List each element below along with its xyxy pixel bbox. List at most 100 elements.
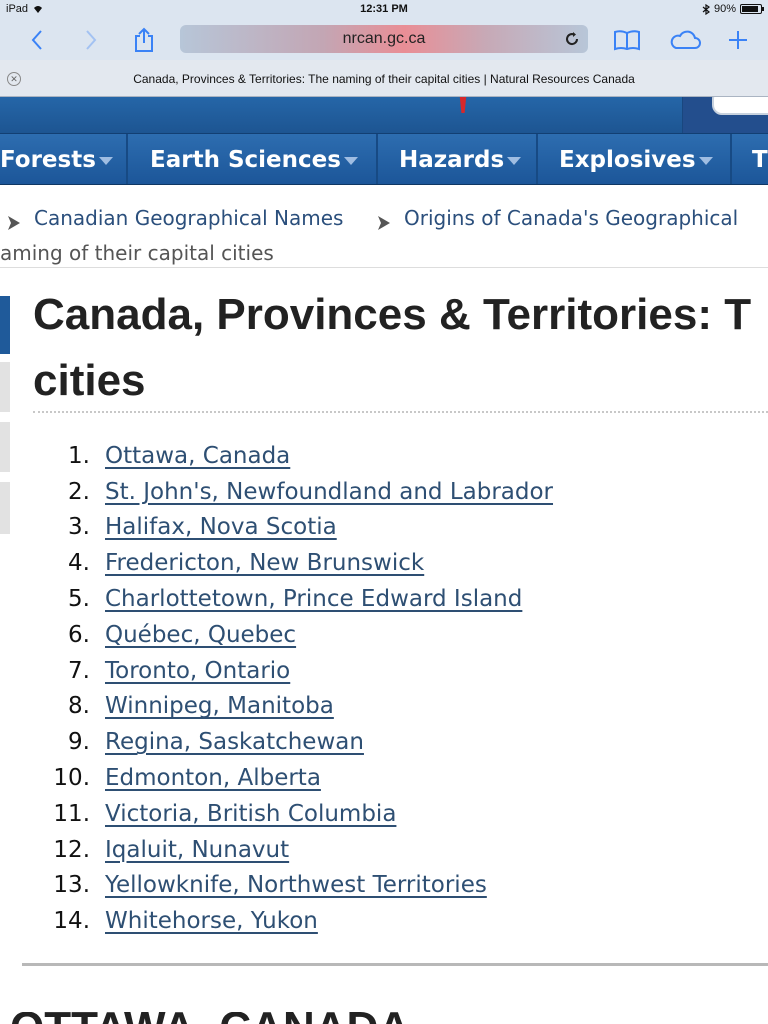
nav-label: T [752, 147, 768, 173]
nav-label: Forests [0, 147, 96, 173]
chevron-down-icon [698, 157, 713, 165]
chevron-right-icon [86, 30, 97, 50]
bookmarks-button[interactable] [612, 25, 642, 55]
list-number: 9. [68, 729, 90, 756]
browser-toolbar: nrcan.gc.ca [0, 20, 768, 60]
book-icon [614, 30, 640, 51]
chevron-down-icon [343, 157, 358, 165]
chevron-down-icon [98, 157, 113, 165]
capital-link[interactable]: Charlottetown, Prince Edward Island [105, 586, 522, 612]
list-number: 10. [53, 765, 90, 792]
list-number: 5. [68, 586, 90, 613]
banner-left [0, 97, 682, 133]
share-button[interactable] [129, 25, 159, 55]
list-number: 7. [68, 657, 90, 684]
breadcrumb-current: aming of their capital cities [0, 241, 274, 265]
battery-icon [740, 4, 764, 14]
nav-item-earth-sciences[interactable]: Earth Sciences [130, 134, 378, 184]
list-number: 13. [53, 872, 90, 899]
nav-label: Explosives [559, 147, 696, 173]
forward-button[interactable] [76, 25, 106, 55]
list-item: 6. Québec, Quebec [0, 617, 768, 653]
list-number: 14. [53, 908, 90, 935]
capital-link[interactable]: Regina, Saskatchewan [105, 729, 364, 755]
share-icon [135, 27, 153, 52]
breadcrumb-arrow-icon [378, 211, 390, 230]
nav-item-forests[interactable]: Forests [0, 134, 128, 184]
list-item: 11. Victoria, British Columbia [0, 796, 768, 832]
capital-link[interactable]: Yellowknife, Northwest Territories [105, 872, 487, 898]
breadcrumb-item-geographical-names[interactable]: Canadian Geographical Names [8, 206, 343, 230]
list-item: 5. Charlottetown, Prince Edward Island [0, 581, 768, 617]
list-item: 7. Toronto, Ontario [0, 653, 768, 689]
list-item: 14. Whitehorse, Yukon [0, 903, 768, 939]
capital-link[interactable]: St. John's, Newfoundland and Labrador [105, 479, 553, 505]
page-title-continued: cities [33, 356, 146, 405]
page-title: Canada, Provinces & Territories: T [33, 290, 752, 339]
chevron-left-icon [31, 30, 42, 50]
chevron-down-icon [507, 157, 522, 165]
list-number: 12. [53, 836, 90, 863]
search-box[interactable] [712, 97, 768, 115]
bluetooth-icon [702, 3, 710, 15]
breadcrumb-arrow-icon [8, 211, 20, 230]
capital-link[interactable]: Edmonton, Alberta [105, 765, 321, 791]
divider [0, 267, 768, 268]
breadcrumb-link[interactable]: Origins of Canada's Geographical [404, 206, 738, 230]
list-number: 11. [53, 800, 90, 827]
list-item: 10. Edmonton, Alberta [0, 760, 768, 796]
tab-title[interactable]: Canada, Provinces & Territories: The nam… [30, 72, 738, 86]
icloud-tabs-button[interactable] [667, 25, 703, 55]
capital-link[interactable]: Winnipeg, Manitoba [105, 693, 334, 719]
nav-item-hazards[interactable]: Hazards [380, 134, 538, 184]
list-item: 13. Yellowknife, Northwest Territories [0, 868, 768, 904]
breadcrumb-item-origins[interactable]: Origins of Canada's Geographical [378, 206, 738, 230]
title-divider [33, 411, 768, 413]
list-number: 2. [68, 478, 90, 505]
nav-label: Hazards [399, 147, 505, 173]
new-tab-button[interactable] [723, 25, 753, 55]
capital-link[interactable]: Toronto, Ontario [105, 658, 290, 684]
list-number: 6. [68, 621, 90, 648]
url-text: nrcan.gc.ca [342, 30, 426, 47]
list-item: 9. Regina, Saskatchewan [0, 724, 768, 760]
capital-link[interactable]: Victoria, British Columbia [105, 801, 396, 827]
battery-percent: 90% [713, 3, 736, 15]
nav-item-partial[interactable]: T [734, 134, 768, 184]
close-icon: ✕ [10, 74, 18, 84]
nav-label: Earth Sciences [150, 147, 341, 173]
side-tab[interactable] [0, 362, 10, 412]
list-item: 4. Fredericton, New Brunswick [0, 545, 768, 581]
list-number: 3. [68, 514, 90, 541]
capital-cities-list: 1. Ottawa, Canada 2. St. John's, Newfoundla… [0, 438, 768, 939]
capital-link[interactable]: Iqaluit, Nunavut [105, 837, 289, 863]
capital-link[interactable]: Fredericton, New Brunswick [105, 550, 424, 576]
breadcrumb-link[interactable]: Canadian Geographical Names [34, 206, 343, 230]
list-item: 12. Iqaluit, Nunavut [0, 832, 768, 868]
side-tab-active[interactable] [0, 296, 10, 354]
tab-bar: ✕ Canada, Provinces & Territories: The n… [0, 60, 768, 97]
section-divider [22, 963, 768, 966]
cloud-icon [670, 30, 701, 49]
capital-link[interactable]: Ottawa, Canada [105, 443, 290, 469]
list-item: 2. St. John's, Newfoundland and Labrador [0, 474, 768, 510]
capital-link[interactable]: Whitehorse, Yukon [105, 908, 318, 934]
capital-link[interactable]: Halifax, Nova Scotia [105, 514, 337, 540]
list-number: 1. [68, 442, 90, 469]
list-number: 4. [68, 550, 90, 577]
next-heading-text: OTTAWA, CANADA [10, 1012, 510, 1024]
list-item: 3. Halifax, Nova Scotia [0, 510, 768, 546]
address-bar[interactable]: nrcan.gc.ca [180, 25, 588, 53]
close-tab-button[interactable]: ✕ [7, 72, 21, 86]
battery-fill [742, 6, 759, 12]
list-item: 1. Ottawa, Canada [0, 438, 768, 474]
list-item: 8. Winnipeg, Manitoba [0, 689, 768, 725]
plus-icon [729, 31, 747, 49]
status-time: 12:31 PM [360, 3, 408, 15]
back-button[interactable] [22, 25, 52, 55]
capital-link[interactable]: Québec, Quebec [105, 622, 296, 648]
nav-item-explosives[interactable]: Explosives [540, 134, 732, 184]
reload-icon [566, 32, 579, 46]
reload-button[interactable] [564, 31, 580, 47]
status-bar: iPad 12:31 PM 90% [0, 0, 768, 20]
